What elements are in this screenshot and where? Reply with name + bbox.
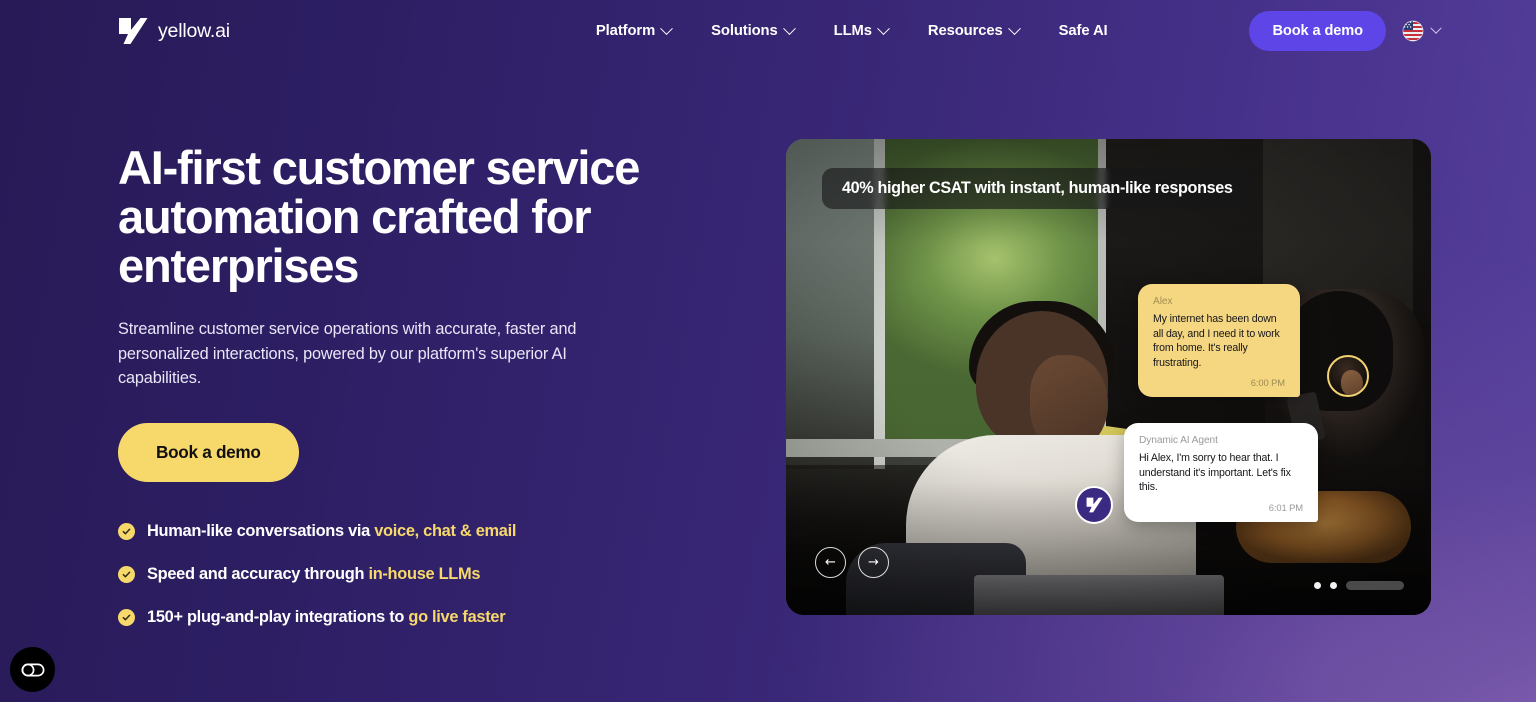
book-a-demo-cta-button[interactable]: Book a demo (118, 422, 299, 482)
feature-plain-0: Human-like conversations via (147, 521, 375, 540)
feature-list: Human-like conversations via voice, chat… (118, 522, 738, 627)
chat-timestamp: 6:01 PM (1268, 501, 1303, 513)
carousel-navigation: ← → (815, 547, 889, 578)
list-item: 150+ plug-and-play integrations to go li… (118, 608, 738, 627)
yellowai-chat-launcher-icon[interactable] (1075, 486, 1113, 524)
us-flag-globe-icon (1402, 20, 1424, 42)
nav-links: Platform Solutions LLMs Resources Safe A… (595, 21, 1108, 39)
feature-highlight-2: go live faster (408, 607, 506, 626)
chat-timestamp: 6:00 PM (1250, 377, 1285, 389)
hero-subheading: Streamline customer service operations w… (118, 320, 577, 388)
hero-page: yellow.ai Platform Solutions LLMs Resour… (0, 0, 1536, 702)
nav-label-llms: LLMs (833, 23, 872, 39)
feature-plain-2: 150+ plug-and-play integrations to (147, 607, 409, 626)
arrow-left-icon[interactable]: ← (815, 547, 846, 578)
carousel-dot-2[interactable] (1330, 582, 1337, 589)
nav-label-solutions: Solutions (711, 23, 778, 39)
book-a-demo-nav-button[interactable]: Book a demo (1249, 11, 1386, 51)
hero-text-column: AI-first customer service automation cra… (118, 143, 738, 627)
yellowai-logo-icon (118, 17, 148, 45)
chevron-down-icon (1007, 21, 1021, 35)
chat-bubble-agent: Dynamic AI Agent Hi Alex, I'm sorry to h… (1124, 423, 1318, 522)
chevron-down-icon (1430, 22, 1442, 34)
arrow-right-icon[interactable]: → (858, 547, 889, 578)
avatar (1327, 355, 1369, 397)
check-circle-icon (118, 608, 135, 626)
nav-label-resources: Resources (927, 23, 1003, 39)
check-circle-icon (118, 565, 135, 583)
nav-item-platform[interactable]: Platform (595, 21, 673, 39)
carousel-dot-1[interactable] (1314, 582, 1321, 589)
top-navigation-bar: yellow.ai Platform Solutions LLMs Resour… (0, 0, 1536, 62)
chat-bubble-user: Alex My internet has been down all day, … (1138, 284, 1300, 398)
chat-message-text: Hi Alex, I'm sorry to hear that. I under… (1139, 452, 1291, 494)
list-item: Speed and accuracy through in-house LLMs (118, 565, 738, 584)
feature-text: Speed and accuracy through in-house LLMs (147, 565, 480, 584)
hero-media-card: 40% higher CSAT with instant, human-like… (786, 139, 1431, 615)
nav-label-safe-ai: Safe AI (1058, 23, 1108, 39)
feature-highlight-0: voice, chat & email (374, 521, 517, 540)
chevron-down-icon (877, 21, 890, 35)
nav-right-group: Book a demo (1249, 11, 1442, 51)
chevron-down-icon (660, 21, 673, 35)
nav-item-resources[interactable]: Resources (927, 21, 1021, 39)
chevron-down-icon (782, 21, 796, 35)
check-circle-icon (118, 522, 135, 540)
status-badge: 40% higher CSAT with instant, human-like… (822, 168, 1253, 209)
feature-plain-1: Speed and accuracy through (147, 564, 369, 583)
brand-logo[interactable]: yellow.ai (118, 17, 230, 45)
chat-message-text: My internet has been down all day, and I… (1153, 313, 1280, 369)
carousel-progress-bar[interactable] (1346, 581, 1404, 590)
chat-sender-name: Alex (1153, 296, 1173, 307)
nav-item-solutions[interactable]: Solutions (711, 21, 796, 39)
feature-text: 150+ plug-and-play integrations to go li… (147, 607, 506, 627)
feature-text: Human-like conversations via voice, chat… (147, 522, 516, 541)
nav-item-llms[interactable]: LLMs (833, 21, 890, 39)
nav-label-platform: Platform (595, 23, 656, 39)
accessibility-toggle-icon[interactable] (10, 647, 55, 692)
feature-highlight-1: in-house LLMs (368, 564, 481, 583)
language-selector[interactable] (1402, 20, 1442, 42)
brand-name: yellow.ai (158, 19, 230, 42)
chat-sender-name: Dynamic AI Agent (1139, 435, 1218, 446)
carousel-progress (1314, 581, 1404, 590)
nav-item-safe-ai[interactable]: Safe AI (1059, 23, 1108, 39)
list-item: Human-like conversations via voice, chat… (118, 522, 738, 541)
page-title: AI-first customer service automation cra… (118, 141, 640, 292)
